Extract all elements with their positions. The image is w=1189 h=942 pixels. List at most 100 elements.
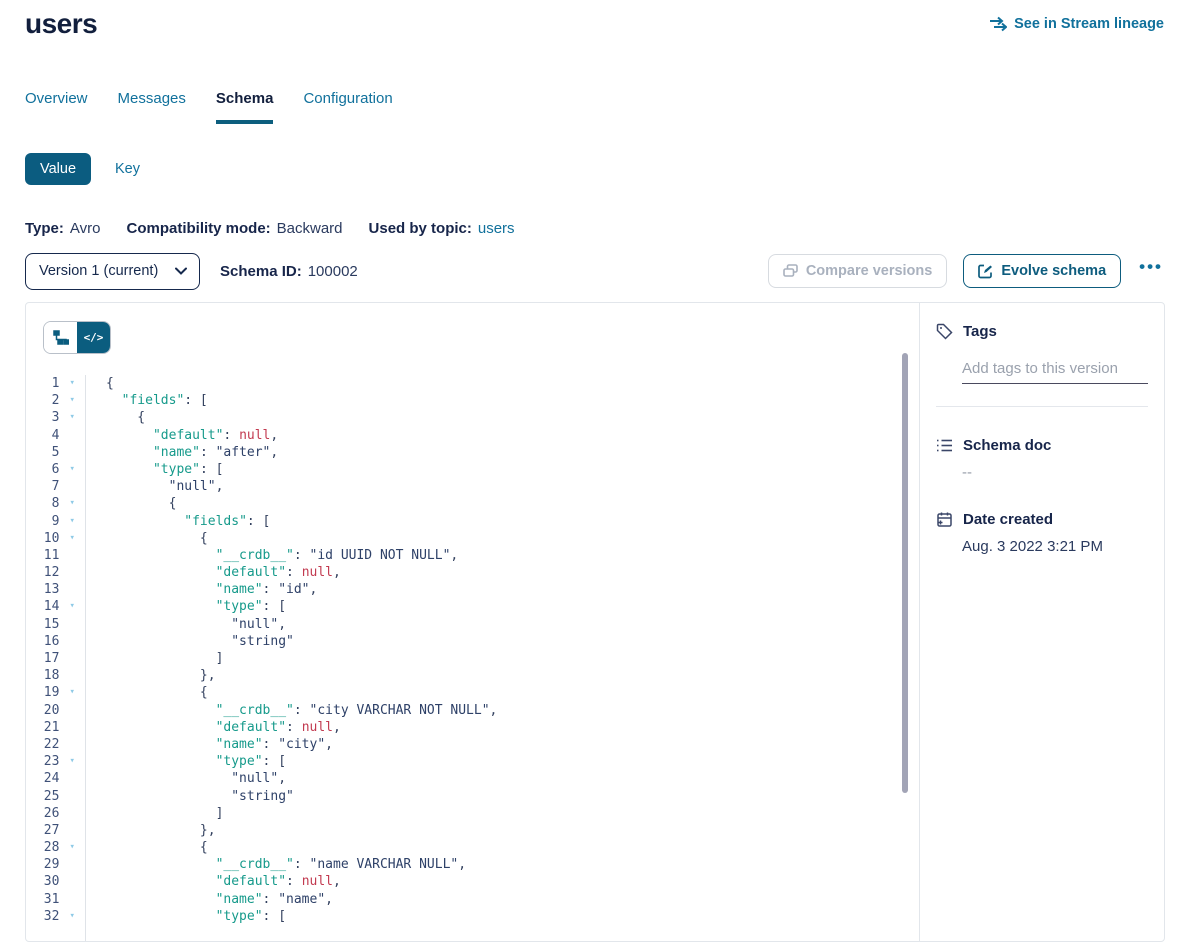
gutter-row: 23▾ [26, 753, 85, 770]
gutter-row: 12 [26, 564, 85, 581]
line-number: 19 [26, 684, 59, 701]
fold-toggle-icon[interactable]: ▾ [59, 530, 85, 547]
line-number: 23 [26, 753, 59, 770]
version-dropdown[interactable]: Version 1 (current) [25, 253, 200, 290]
fold-toggle-icon[interactable]: ▾ [59, 908, 85, 925]
gutter-row: 6▾ [26, 461, 85, 478]
schema-doc-icon [936, 438, 953, 453]
code-line: "name": "id", [106, 581, 919, 598]
gutter-row: 13 [26, 581, 85, 598]
code-view-button[interactable]: </> [77, 322, 110, 353]
fold-toggle-icon[interactable]: ▾ [59, 495, 85, 512]
line-number: 26 [26, 805, 59, 822]
fold-cell-empty [59, 891, 85, 908]
fold-cell-empty [59, 444, 85, 461]
code-line: "__crdb__": "id UUID NOT NULL", [106, 547, 919, 564]
evolve-schema-label: Evolve schema [1001, 263, 1106, 279]
tab-messages[interactable]: Messages [118, 90, 186, 124]
gutter-row: 28▾ [26, 839, 85, 856]
topic-tabs: Overview Messages Schema Configuration [25, 90, 393, 124]
code-line: "name": "name", [106, 891, 919, 908]
schema-toolbar: Version 1 (current) Schema ID: 100002 Co… [25, 252, 1165, 290]
fold-toggle-icon[interactable]: ▾ [59, 753, 85, 770]
tags-heading: Tags [963, 323, 997, 340]
tab-configuration[interactable]: Configuration [303, 90, 392, 124]
tab-overview[interactable]: Overview [25, 90, 88, 124]
code-line: "null", [106, 478, 919, 495]
code-line: "default": null, [106, 427, 919, 444]
used-by-topic-label: Used by topic: [369, 220, 472, 237]
evolve-schema-button[interactable]: Evolve schema [963, 254, 1121, 288]
date-created-value: Aug. 3 2022 3:21 PM [962, 538, 1148, 555]
fold-cell-empty [59, 873, 85, 890]
fold-toggle-icon[interactable]: ▾ [59, 409, 85, 426]
code-line: { [106, 495, 919, 512]
code-line: "name": "city", [106, 736, 919, 753]
value-subtab-button[interactable]: Value [25, 153, 91, 185]
schema-sidebar: Tags Schema doc -- [919, 303, 1164, 941]
fold-toggle-icon[interactable]: ▾ [59, 839, 85, 856]
gutter-row: 8▾ [26, 495, 85, 512]
editor-gutter: 1▾2▾3▾456▾78▾9▾10▾11121314▾1516171819▾20… [26, 375, 86, 941]
compare-versions-icon [783, 264, 798, 279]
add-tags-input[interactable] [962, 356, 1148, 384]
meta-used-by-topic: Used by topic: users [369, 220, 515, 237]
used-by-topic-link[interactable]: users [478, 220, 515, 237]
gutter-row: 3▾ [26, 409, 85, 426]
schema-doc-heading: Schema doc [963, 437, 1051, 454]
gutter-row: 26 [26, 805, 85, 822]
line-number: 17 [26, 650, 59, 667]
line-number: 27 [26, 822, 59, 839]
editor-scrollbar[interactable] [902, 353, 908, 793]
schema-doc-section: Schema doc -- [936, 437, 1148, 481]
type-value: Avro [70, 220, 101, 237]
line-number: 6 [26, 461, 59, 478]
stream-lineage-link[interactable]: See in Stream lineage [989, 16, 1164, 32]
fold-cell-empty [59, 856, 85, 873]
schema-panel: </> 1▾2▾3▾456▾78▾9▾10▾11121314▾151617181… [25, 302, 1165, 942]
code-line: "type": [ [106, 461, 919, 478]
code-line: "default": null, [106, 873, 919, 890]
fold-toggle-icon[interactable]: ▾ [59, 375, 85, 392]
code-line: "fields": [ [106, 513, 919, 530]
line-number: 28 [26, 839, 59, 856]
type-label: Type: [25, 220, 64, 237]
line-number: 16 [26, 633, 59, 650]
date-created-section: Date created Aug. 3 2022 3:21 PM [936, 511, 1148, 555]
code-line: ] [106, 805, 919, 822]
fold-toggle-icon[interactable]: ▾ [59, 513, 85, 530]
line-number: 3 [26, 409, 59, 426]
schema-id-value: 100002 [308, 263, 358, 280]
more-options-button[interactable]: ••• [1137, 257, 1165, 285]
key-subtab-link[interactable]: Key [115, 161, 140, 177]
gutter-row: 24 [26, 770, 85, 787]
stream-lineage-label: See in Stream lineage [1014, 16, 1164, 32]
code-line: }, [106, 822, 919, 839]
fold-cell-empty [59, 822, 85, 839]
schema-code-editor[interactable]: 1▾2▾3▾456▾78▾9▾10▾11121314▾1516171819▾20… [26, 375, 919, 941]
gutter-row: 14▾ [26, 598, 85, 615]
tree-view-button[interactable] [44, 322, 77, 353]
gutter-row: 29 [26, 856, 85, 873]
fold-toggle-icon[interactable]: ▾ [59, 392, 85, 409]
line-number: 15 [26, 616, 59, 633]
gutter-row: 11 [26, 547, 85, 564]
gutter-row: 10▾ [26, 530, 85, 547]
gutter-row: 15 [26, 616, 85, 633]
code-line: "type": [ [106, 598, 919, 615]
tab-schema[interactable]: Schema [216, 90, 274, 124]
fold-toggle-icon[interactable]: ▾ [59, 598, 85, 615]
line-number: 30 [26, 873, 59, 890]
compare-versions-button[interactable]: Compare versions [768, 254, 948, 288]
fold-cell-empty [59, 581, 85, 598]
tag-icon [936, 323, 953, 340]
line-number: 11 [26, 547, 59, 564]
gutter-row: 4 [26, 427, 85, 444]
code-line: "string" [106, 788, 919, 805]
schema-id: Schema ID: 100002 [220, 263, 358, 280]
gutter-row: 1▾ [26, 375, 85, 392]
fold-toggle-icon[interactable]: ▾ [59, 684, 85, 701]
stream-lineage-icon [989, 16, 1007, 32]
fold-toggle-icon[interactable]: ▾ [59, 461, 85, 478]
evolve-schema-icon [978, 264, 993, 279]
